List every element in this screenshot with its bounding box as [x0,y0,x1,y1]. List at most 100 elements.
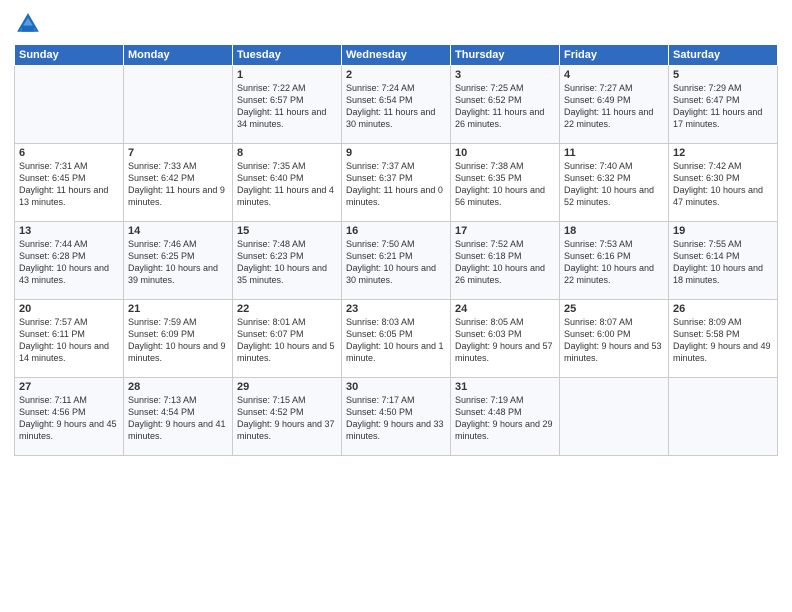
day-number: 4 [564,69,664,81]
day-info: Sunrise: 7:31 AM Sunset: 6:45 PM Dayligh… [19,160,119,209]
calendar-body: 1Sunrise: 7:22 AM Sunset: 6:57 PM Daylig… [15,66,778,456]
day-number: 31 [455,381,555,393]
day-info: Sunrise: 7:19 AM Sunset: 4:48 PM Dayligh… [455,394,555,443]
calendar-cell: 14Sunrise: 7:46 AM Sunset: 6:25 PM Dayli… [124,222,233,300]
calendar-week-row: 1Sunrise: 7:22 AM Sunset: 6:57 PM Daylig… [15,66,778,144]
day-number: 26 [673,303,773,315]
calendar-cell: 9Sunrise: 7:37 AM Sunset: 6:37 PM Daylig… [342,144,451,222]
day-info: Sunrise: 7:27 AM Sunset: 6:49 PM Dayligh… [564,82,664,131]
calendar-cell: 22Sunrise: 8:01 AM Sunset: 6:07 PM Dayli… [233,300,342,378]
day-info: Sunrise: 7:38 AM Sunset: 6:35 PM Dayligh… [455,160,555,209]
calendar-table: SundayMondayTuesdayWednesdayThursdayFrid… [14,44,778,456]
calendar-cell: 29Sunrise: 7:15 AM Sunset: 4:52 PM Dayli… [233,378,342,456]
logo-icon [14,10,42,38]
day-info: Sunrise: 7:46 AM Sunset: 6:25 PM Dayligh… [128,238,228,287]
day-info: Sunrise: 8:03 AM Sunset: 6:05 PM Dayligh… [346,316,446,365]
calendar-cell: 21Sunrise: 7:59 AM Sunset: 6:09 PM Dayli… [124,300,233,378]
calendar-cell: 16Sunrise: 7:50 AM Sunset: 6:21 PM Dayli… [342,222,451,300]
day-number: 27 [19,381,119,393]
weekday-header-sunday: Sunday [15,45,124,66]
calendar-cell: 10Sunrise: 7:38 AM Sunset: 6:35 PM Dayli… [451,144,560,222]
calendar-cell [15,66,124,144]
header-row [14,10,778,38]
weekday-header-saturday: Saturday [669,45,778,66]
day-number: 16 [346,225,446,237]
day-number: 22 [237,303,337,315]
day-number: 8 [237,147,337,159]
day-info: Sunrise: 7:52 AM Sunset: 6:18 PM Dayligh… [455,238,555,287]
calendar-cell: 30Sunrise: 7:17 AM Sunset: 4:50 PM Dayli… [342,378,451,456]
calendar-cell [669,378,778,456]
day-number: 19 [673,225,773,237]
day-info: Sunrise: 7:50 AM Sunset: 6:21 PM Dayligh… [346,238,446,287]
calendar-week-row: 6Sunrise: 7:31 AM Sunset: 6:45 PM Daylig… [15,144,778,222]
day-info: Sunrise: 8:01 AM Sunset: 6:07 PM Dayligh… [237,316,337,365]
page-container: SundayMondayTuesdayWednesdayThursdayFrid… [0,0,792,462]
calendar-cell: 27Sunrise: 7:11 AM Sunset: 4:56 PM Dayli… [15,378,124,456]
logo [14,10,46,38]
day-info: Sunrise: 7:42 AM Sunset: 6:30 PM Dayligh… [673,160,773,209]
weekday-header-thursday: Thursday [451,45,560,66]
calendar-cell: 19Sunrise: 7:55 AM Sunset: 6:14 PM Dayli… [669,222,778,300]
calendar-cell: 28Sunrise: 7:13 AM Sunset: 4:54 PM Dayli… [124,378,233,456]
day-number: 29 [237,381,337,393]
calendar-cell [560,378,669,456]
day-number: 5 [673,69,773,81]
day-number: 24 [455,303,555,315]
calendar-cell: 11Sunrise: 7:40 AM Sunset: 6:32 PM Dayli… [560,144,669,222]
calendar-cell: 20Sunrise: 7:57 AM Sunset: 6:11 PM Dayli… [15,300,124,378]
day-info: Sunrise: 7:55 AM Sunset: 6:14 PM Dayligh… [673,238,773,287]
calendar-cell: 3Sunrise: 7:25 AM Sunset: 6:52 PM Daylig… [451,66,560,144]
calendar-cell: 7Sunrise: 7:33 AM Sunset: 6:42 PM Daylig… [124,144,233,222]
day-number: 28 [128,381,228,393]
day-info: Sunrise: 7:59 AM Sunset: 6:09 PM Dayligh… [128,316,228,365]
calendar-cell: 18Sunrise: 7:53 AM Sunset: 6:16 PM Dayli… [560,222,669,300]
calendar-cell: 2Sunrise: 7:24 AM Sunset: 6:54 PM Daylig… [342,66,451,144]
day-number: 30 [346,381,446,393]
day-info: Sunrise: 7:40 AM Sunset: 6:32 PM Dayligh… [564,160,664,209]
day-number: 25 [564,303,664,315]
calendar-cell: 31Sunrise: 7:19 AM Sunset: 4:48 PM Dayli… [451,378,560,456]
day-number: 3 [455,69,555,81]
day-info: Sunrise: 7:25 AM Sunset: 6:52 PM Dayligh… [455,82,555,131]
day-number: 18 [564,225,664,237]
day-number: 9 [346,147,446,159]
day-info: Sunrise: 7:13 AM Sunset: 4:54 PM Dayligh… [128,394,228,443]
day-info: Sunrise: 7:53 AM Sunset: 6:16 PM Dayligh… [564,238,664,287]
day-number: 10 [455,147,555,159]
day-info: Sunrise: 7:11 AM Sunset: 4:56 PM Dayligh… [19,394,119,443]
day-info: Sunrise: 8:09 AM Sunset: 5:58 PM Dayligh… [673,316,773,365]
day-number: 6 [19,147,119,159]
calendar-cell [124,66,233,144]
calendar-cell: 8Sunrise: 7:35 AM Sunset: 6:40 PM Daylig… [233,144,342,222]
weekday-header-monday: Monday [124,45,233,66]
day-number: 11 [564,147,664,159]
day-number: 15 [237,225,337,237]
calendar-cell: 12Sunrise: 7:42 AM Sunset: 6:30 PM Dayli… [669,144,778,222]
calendar-cell: 24Sunrise: 8:05 AM Sunset: 6:03 PM Dayli… [451,300,560,378]
day-info: Sunrise: 7:37 AM Sunset: 6:37 PM Dayligh… [346,160,446,209]
day-number: 21 [128,303,228,315]
calendar-cell: 13Sunrise: 7:44 AM Sunset: 6:28 PM Dayli… [15,222,124,300]
day-info: Sunrise: 8:07 AM Sunset: 6:00 PM Dayligh… [564,316,664,365]
weekday-header-row: SundayMondayTuesdayWednesdayThursdayFrid… [15,45,778,66]
calendar-week-row: 20Sunrise: 7:57 AM Sunset: 6:11 PM Dayli… [15,300,778,378]
day-info: Sunrise: 7:33 AM Sunset: 6:42 PM Dayligh… [128,160,228,209]
day-number: 7 [128,147,228,159]
calendar-cell: 26Sunrise: 8:09 AM Sunset: 5:58 PM Dayli… [669,300,778,378]
calendar-cell: 1Sunrise: 7:22 AM Sunset: 6:57 PM Daylig… [233,66,342,144]
day-number: 20 [19,303,119,315]
calendar-cell: 23Sunrise: 8:03 AM Sunset: 6:05 PM Dayli… [342,300,451,378]
day-number: 1 [237,69,337,81]
calendar-cell: 5Sunrise: 7:29 AM Sunset: 6:47 PM Daylig… [669,66,778,144]
weekday-header-friday: Friday [560,45,669,66]
calendar-thead: SundayMondayTuesdayWednesdayThursdayFrid… [15,45,778,66]
calendar-cell: 15Sunrise: 7:48 AM Sunset: 6:23 PM Dayli… [233,222,342,300]
day-info: Sunrise: 7:15 AM Sunset: 4:52 PM Dayligh… [237,394,337,443]
day-info: Sunrise: 7:35 AM Sunset: 6:40 PM Dayligh… [237,160,337,209]
day-number: 13 [19,225,119,237]
calendar-cell: 6Sunrise: 7:31 AM Sunset: 6:45 PM Daylig… [15,144,124,222]
calendar-week-row: 13Sunrise: 7:44 AM Sunset: 6:28 PM Dayli… [15,222,778,300]
day-info: Sunrise: 8:05 AM Sunset: 6:03 PM Dayligh… [455,316,555,365]
weekday-header-tuesday: Tuesday [233,45,342,66]
